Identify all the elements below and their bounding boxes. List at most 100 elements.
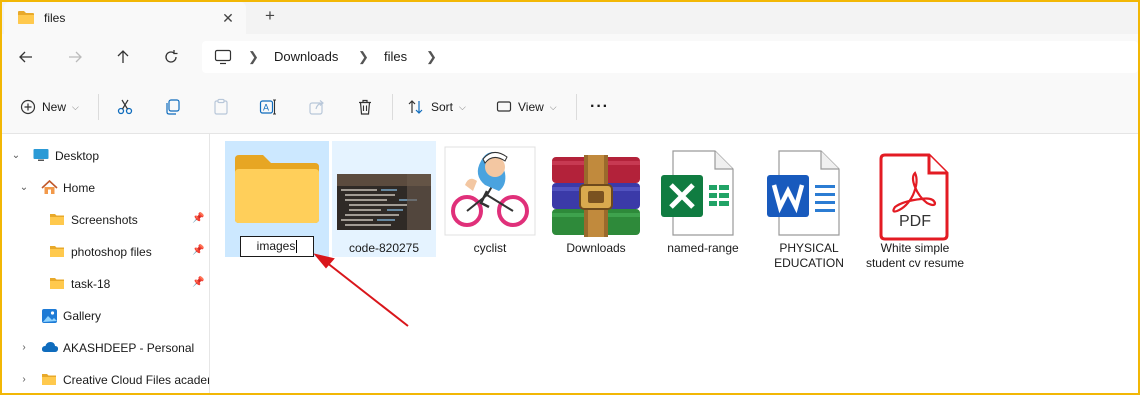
chevron-right-icon[interactable]: ›	[18, 342, 30, 354]
refresh-icon	[165, 50, 178, 63]
share-icon	[309, 100, 324, 115]
new-label: New	[42, 100, 67, 114]
computer-icon[interactable]	[214, 49, 232, 68]
folder-icon	[49, 244, 65, 261]
chevron-right-icon[interactable]: ❯	[248, 49, 259, 65]
pin-icon[interactable]: 📌	[192, 245, 204, 256]
breadcrumb-files[interactable]: files	[384, 49, 407, 64]
folder-icon	[41, 372, 57, 389]
pdf-badge: PDF	[899, 213, 931, 230]
delete-button[interactable]	[356, 94, 374, 120]
file-item-images[interactable]: images	[225, 141, 329, 257]
up-button[interactable]	[110, 44, 136, 70]
chevron-down-icon: ⌵	[459, 101, 466, 112]
chevron-right-icon[interactable]: ›	[18, 374, 30, 386]
folder-icon	[17, 10, 35, 28]
home-icon	[41, 179, 58, 198]
file-name: code-820275	[348, 241, 420, 255]
back-button[interactable]	[13, 44, 39, 70]
file-item-code-820275[interactable]: code-820275	[332, 141, 436, 257]
cut-button[interactable]	[116, 94, 134, 120]
pin-icon[interactable]: 📌	[192, 213, 204, 224]
svg-text:A: A	[263, 103, 269, 113]
sidebar-item-gallery[interactable]: Gallery	[0, 304, 209, 328]
view-button[interactable]: View ⌵	[496, 94, 557, 120]
sidebar-item-desktop[interactable]: ⌄ Desktop	[0, 144, 209, 168]
sidebar-item-label: Desktop	[55, 149, 100, 163]
file-name: Downloads	[566, 241, 626, 255]
scissors-icon	[117, 99, 133, 115]
more-options-button[interactable]: ···	[590, 94, 609, 120]
sidebar-item-home[interactable]: ⌄ Home	[0, 176, 209, 200]
tab-title: files	[44, 11, 66, 25]
toolbar-divider	[576, 94, 577, 120]
file-item-downloads-archive[interactable]: Downloads	[544, 141, 648, 257]
sidebar-item-label: Gallery	[63, 309, 102, 323]
trash-icon	[359, 99, 371, 115]
desktop-icon	[33, 148, 49, 165]
tab-files[interactable]: files ✕	[4, 2, 246, 34]
cloud-icon	[41, 340, 59, 357]
sidebar-item-label: AKASHDEEP - Personal	[63, 341, 195, 355]
rename-icon: A	[259, 99, 276, 115]
cyclist-thumbnail	[443, 145, 537, 240]
sort-label: Sort	[431, 100, 454, 114]
excel-icon	[657, 149, 737, 240]
copy-icon	[166, 99, 180, 115]
sort-icon	[408, 100, 423, 114]
sidebar-item-label: Home	[63, 181, 96, 195]
sidebar-item-task-18[interactable]: task-18 📌	[0, 272, 209, 296]
sidebar-item-label: Screenshots	[71, 213, 138, 227]
navigation-bar: ❯ Downloads ❯ files ❯	[0, 34, 1140, 80]
plus-circle-icon	[20, 99, 36, 115]
code-thumbnail	[337, 174, 431, 233]
command-bar: New ⌵ A Sort ⌵ View ⌵ ···	[0, 80, 1140, 134]
share-button[interactable]	[308, 94, 326, 120]
rename-button[interactable]: A	[259, 94, 277, 120]
arrow-right-icon	[69, 51, 82, 63]
sidebar-item-label: Creative Cloud Files acader	[63, 373, 210, 387]
sort-button[interactable]: Sort ⌵	[407, 94, 466, 120]
address-bar[interactable]: ❯ Downloads ❯ files ❯	[202, 41, 1138, 73]
folder-icon	[49, 212, 65, 229]
file-item-physical-education[interactable]: PHYSICAL EDUCATION	[757, 141, 861, 270]
forward-button[interactable]	[62, 44, 88, 70]
file-name: PHYSICAL EDUCATION	[774, 241, 844, 270]
chevron-right-icon[interactable]: ❯	[426, 49, 437, 65]
chevron-down-icon: ⌵	[72, 101, 79, 112]
tab-bar: files ✕ +	[0, 0, 1140, 34]
sidebar-item-creative-cloud[interactable]: › Creative Cloud Files acader	[0, 368, 210, 392]
clipboard-icon	[214, 98, 228, 115]
file-item-cv-resume[interactable]: PDF White simple student cv resume	[863, 141, 967, 270]
sidebar-item-label: task-18	[71, 277, 111, 291]
breadcrumb-downloads[interactable]: Downloads	[274, 49, 338, 64]
word-icon	[763, 149, 843, 240]
sidebar-item-screenshots[interactable]: Screenshots 📌	[0, 208, 209, 232]
rename-input[interactable]: images	[240, 236, 314, 257]
view-icon	[496, 101, 512, 112]
folder-icon	[49, 276, 65, 293]
toolbar-divider	[98, 94, 99, 120]
chevron-right-icon[interactable]: ❯	[358, 49, 369, 65]
new-tab-button[interactable]: +	[259, 6, 281, 28]
file-item-cyclist[interactable]: cyclist	[438, 141, 542, 257]
pin-icon[interactable]: 📌	[192, 277, 204, 288]
sidebar-item-photoshop-files[interactable]: photoshop files 📌	[0, 240, 209, 264]
file-name: named-range	[667, 241, 739, 255]
winrar-icon	[548, 155, 644, 240]
close-icon[interactable]: ✕	[218, 8, 238, 28]
toolbar-divider	[392, 94, 393, 120]
file-item-named-range[interactable]: named-range	[651, 141, 755, 257]
view-label: View	[518, 100, 544, 114]
refresh-button[interactable]	[158, 44, 184, 70]
paste-button[interactable]	[212, 94, 230, 120]
arrow-up-icon	[117, 50, 129, 63]
sidebar-item-label: photoshop files	[71, 245, 152, 259]
sidebar-item-onedrive-personal[interactable]: › AKASHDEEP - Personal	[0, 336, 209, 360]
copy-button[interactable]	[164, 94, 182, 120]
new-button[interactable]: New ⌵	[20, 94, 79, 120]
file-list: images code-820275 cyclist Downloads nam…	[211, 134, 1138, 393]
chevron-down-icon[interactable]: ⌄	[18, 182, 30, 194]
chevron-down-icon[interactable]: ⌄	[10, 150, 22, 162]
arrow-left-icon	[19, 51, 32, 63]
